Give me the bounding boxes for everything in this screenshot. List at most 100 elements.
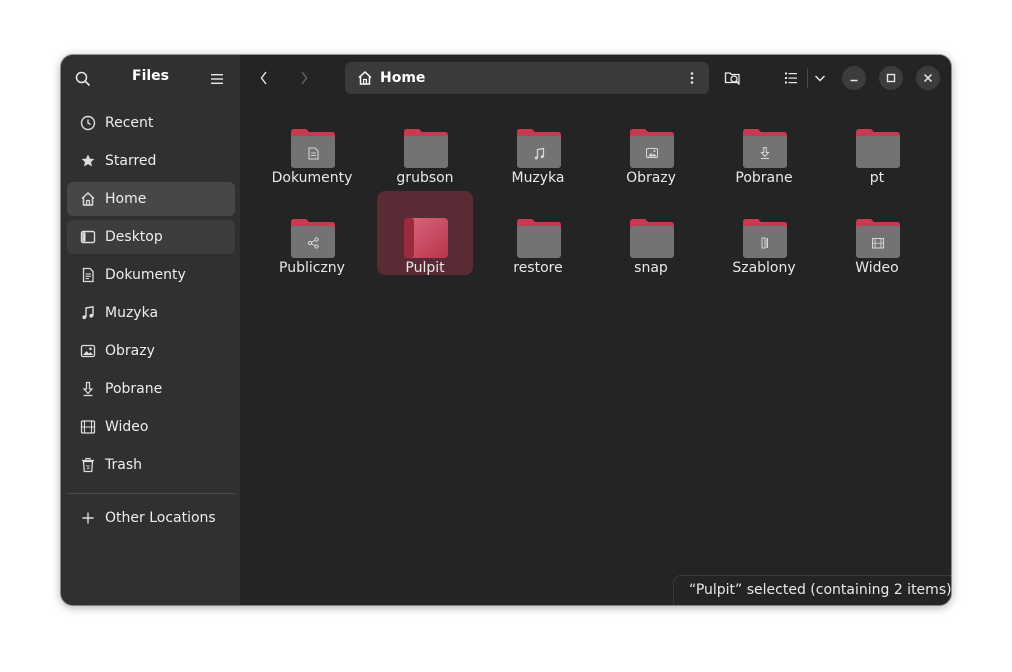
home-icon <box>358 70 372 85</box>
folder-item[interactable]: pt <box>829 101 925 186</box>
sidebar-item-label: Wideo <box>105 419 149 435</box>
folder-item[interactable]: restore <box>490 191 586 276</box>
sidebar-item-other-locations[interactable]: Other Locations <box>67 501 235 535</box>
folder-label: Dokumenty <box>271 170 353 186</box>
folder-label: Pulpit <box>405 260 445 276</box>
trash-icon <box>79 456 97 474</box>
video-icon <box>79 418 97 436</box>
folder-label: snap <box>634 260 668 276</box>
folder-icon <box>629 127 675 169</box>
chevron-right-icon <box>301 71 308 85</box>
image-icon <box>79 342 97 360</box>
folder-icon <box>855 217 901 259</box>
sidebar-item-label: Muzyka <box>105 305 159 321</box>
folder-label: Pobrane <box>735 170 793 186</box>
current-folder-label: Home <box>380 70 426 86</box>
maximize-icon <box>886 73 896 83</box>
sidebar-header: Files <box>61 55 240 101</box>
folder-icon <box>629 217 675 259</box>
folder-icon <box>855 127 901 169</box>
chevron-down-icon <box>815 75 825 82</box>
sidebar-item-obrazy[interactable]: Obrazy <box>67 334 235 368</box>
download-icon <box>79 380 97 398</box>
desktop-icon <box>79 228 97 246</box>
sidebar-item-dokumenty[interactable]: Dokumenty <box>67 258 235 292</box>
folder-item[interactable]: Pobrane <box>716 101 812 186</box>
sidebar-item-trash[interactable]: Trash <box>67 448 235 482</box>
sidebar-item-pobrane[interactable]: Pobrane <box>67 372 235 406</box>
hamburger-icon <box>211 74 223 84</box>
folder-icon <box>403 127 449 169</box>
sidebar-item-label: Starred <box>105 153 157 169</box>
sidebar-item-label: Other Locations <box>105 510 216 526</box>
main-menu-button[interactable] <box>205 67 229 91</box>
folder-icon <box>290 127 336 169</box>
home-icon <box>79 190 97 208</box>
folder-label: pt <box>869 170 885 186</box>
sidebar-item-recent[interactable]: Recent <box>67 106 235 140</box>
folder-search-icon <box>724 72 741 86</box>
folder-item[interactable]: Obrazy <box>603 101 699 186</box>
sidebar-item-desktop[interactable]: Desktop <box>67 220 235 254</box>
folder-icon <box>742 127 788 169</box>
music-icon <box>79 304 97 322</box>
folder-label: restore <box>513 260 563 276</box>
sidebar-separator <box>67 493 235 494</box>
close-icon <box>923 73 933 83</box>
sidebar-item-muzyka[interactable]: Muzyka <box>67 296 235 330</box>
back-button[interactable] <box>252 66 276 90</box>
sidebar-item-label: Pobrane <box>105 381 163 397</box>
chevron-left-icon <box>260 71 267 85</box>
view-options-button[interactable] <box>810 66 830 90</box>
sidebar-item-label: Home <box>105 191 147 207</box>
sidebar-places: Recent Starred Home Desktop Dokumenty Mu… <box>67 106 235 486</box>
folder-icon <box>290 217 336 259</box>
minimize-button[interactable] <box>842 66 866 90</box>
forward-button[interactable] <box>292 66 316 90</box>
sidebar-item-label: Obrazy <box>105 343 155 359</box>
close-button[interactable] <box>916 66 940 90</box>
maximize-button[interactable] <box>879 66 903 90</box>
folder-label: Wideo <box>855 260 899 276</box>
folder-menu-button[interactable] <box>683 69 701 87</box>
files-window: Files Recent Starred Home Desktop Dokume… <box>61 55 951 605</box>
folder-item[interactable]: snap <box>603 191 699 276</box>
folder-item-selected[interactable]: Pulpit <box>377 191 473 276</box>
star-icon <box>79 152 97 170</box>
folder-item[interactable]: grubson <box>377 101 473 186</box>
sidebar-item-label: Dokumenty <box>105 267 186 283</box>
sidebar-item-label: Desktop <box>105 229 163 245</box>
folder-item[interactable]: Wideo <box>829 191 925 276</box>
folder-item[interactable]: Szablony <box>716 191 812 276</box>
sidebar-item-label: Recent <box>105 115 154 131</box>
folder-icon <box>742 217 788 259</box>
document-icon <box>79 266 97 284</box>
folder-icon <box>516 127 562 169</box>
view-list-button[interactable] <box>780 66 802 90</box>
main-pane: Home Dokumenty grubson Muzyka Obrazy Pob… <box>240 55 951 605</box>
folder-item[interactable]: Publiczny <box>264 191 360 276</box>
folder-item[interactable]: Muzyka <box>490 101 586 186</box>
sidebar-item-label: Trash <box>105 457 142 473</box>
list-view-icon <box>785 72 797 84</box>
clock-icon <box>79 114 97 132</box>
folder-item[interactable]: Dokumenty <box>264 101 360 186</box>
sidebar: Files Recent Starred Home Desktop Dokume… <box>61 55 240 605</box>
vertical-dots-icon <box>690 72 694 84</box>
folder-label: Muzyka <box>511 170 565 186</box>
folder-label: Obrazy <box>626 170 676 186</box>
sidebar-other: Other Locations <box>67 501 235 539</box>
sidebar-item-wideo[interactable]: Wideo <box>67 410 235 444</box>
minimize-icon <box>850 79 858 82</box>
view-separator <box>807 68 808 88</box>
path-bar[interactable]: Home <box>345 62 709 94</box>
folder-label: Publiczny <box>279 260 345 276</box>
status-overlay: “Pulpit” selected (containing 2 items) <box>673 575 951 605</box>
search-location-button[interactable] <box>720 66 746 90</box>
folder-label: Szablony <box>732 260 796 276</box>
plus-icon <box>79 509 97 527</box>
sidebar-item-home[interactable]: Home <box>67 182 235 216</box>
folder-icon <box>403 217 449 259</box>
sidebar-item-starred[interactable]: Starred <box>67 144 235 178</box>
folder-icon <box>516 217 562 259</box>
